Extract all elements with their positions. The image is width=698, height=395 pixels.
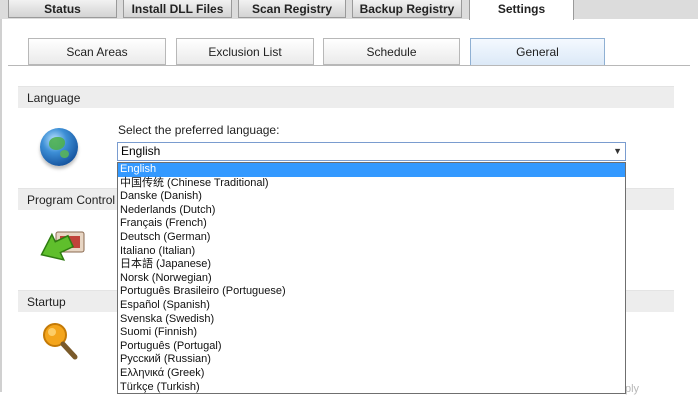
language-option[interactable]: Ελληνικά (Greek) (118, 367, 625, 381)
language-option[interactable]: Português (Portugal) (118, 340, 625, 354)
language-selected-value: English (121, 144, 161, 158)
subtab-divider (8, 65, 690, 66)
apply-button-partial[interactable]: ply (625, 383, 639, 395)
language-option[interactable]: Suomi (Finnish) (118, 326, 625, 340)
tab-scan-registry[interactable]: Scan Registry (238, 0, 346, 18)
language-option[interactable]: Français (French) (118, 217, 625, 231)
subtab-schedule[interactable]: Schedule (323, 38, 460, 65)
language-select[interactable]: English ▼ (117, 142, 626, 161)
globe-icon (40, 128, 78, 166)
language-prompt: Select the preferred language: (118, 123, 280, 137)
language-dropdown-list[interactable]: English 中国传统 (Chinese Traditional) Dansk… (117, 162, 626, 394)
language-option[interactable]: Danske (Danish) (118, 190, 625, 204)
language-option[interactable]: Español (Spanish) (118, 299, 625, 313)
tab-settings[interactable]: Settings (469, 0, 574, 20)
main-tab-bar: Status Install DLL Files Scan Registry B… (0, 0, 698, 20)
tab-backup-registry[interactable]: Backup Registry (352, 0, 462, 18)
section-header-language: Language (18, 86, 674, 108)
magnifier-icon (40, 320, 80, 362)
program-control-icon (36, 226, 86, 270)
language-option[interactable]: 中国传统 (Chinese Traditional) (118, 177, 625, 191)
chevron-down-icon[interactable]: ▼ (613, 143, 622, 160)
language-option[interactable]: Русский (Russian) (118, 353, 625, 367)
language-option[interactable]: Italiano (Italian) (118, 245, 625, 259)
subtab-scan-areas[interactable]: Scan Areas (28, 38, 166, 65)
language-option[interactable]: Svenska (Swedish) (118, 313, 625, 327)
tab-status[interactable]: Status (8, 0, 117, 18)
tab-install-dll-files[interactable]: Install DLL Files (123, 0, 232, 18)
language-option[interactable]: Norsk (Norwegian) (118, 272, 625, 286)
language-option[interactable]: Deutsch (German) (118, 231, 625, 245)
subtab-exclusion-list[interactable]: Exclusion List (176, 38, 314, 65)
subtab-general[interactable]: General (470, 38, 605, 66)
language-option[interactable]: English (118, 163, 625, 177)
language-option[interactable]: Português Brasileiro (Portuguese) (118, 285, 625, 299)
language-option[interactable]: Nederlands (Dutch) (118, 204, 625, 218)
language-option[interactable]: 日本語 (Japanese) (118, 258, 625, 272)
